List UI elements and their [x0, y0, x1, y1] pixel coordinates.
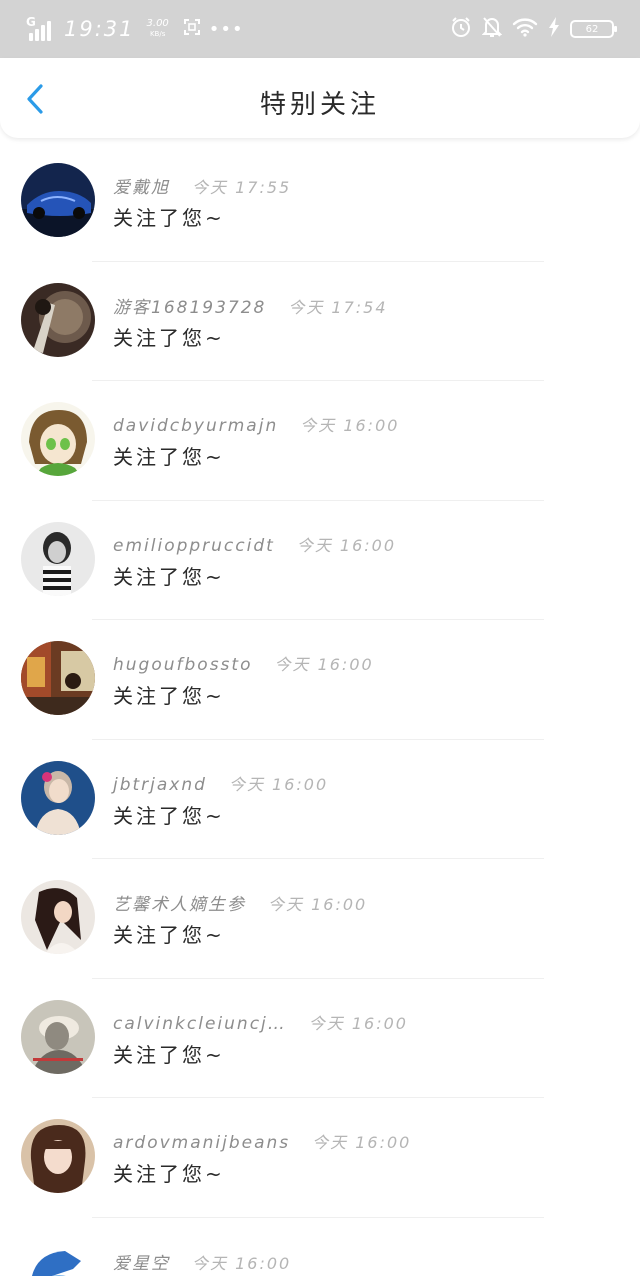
list-item[interactable]: 游客168193728 今天 17:54 关注了您~ [0, 262, 640, 381]
list-item[interactable]: 艺馨术人嫡生参 今天 16:00 关注了您~ [0, 859, 640, 979]
list-item[interactable]: ardovmanijbeans 今天 16:00 关注了您~ [0, 1098, 640, 1218]
network-speed-unit: KB/s [149, 30, 166, 38]
notification-message: 关注了您~ [113, 1042, 225, 1067]
user-name[interactable]: 爱星空 [113, 1249, 170, 1274]
clock: 19:31 [64, 17, 135, 41]
network-type: G [26, 15, 36, 29]
alarm-icon [450, 16, 472, 42]
notification-message: 关注了您~ [113, 684, 225, 708]
avatar[interactable] [21, 999, 95, 1074]
user-name[interactable]: ardovmanijbeans [113, 1133, 290, 1153]
network-speed: 3.00 KB/s [147, 19, 169, 39]
timestamp: 今天 16:00 [300, 416, 400, 435]
avatar[interactable] [21, 880, 95, 954]
user-name[interactable]: 艺馨术人嫡生参 [113, 890, 246, 915]
more-dots-icon: ••• [208, 18, 244, 40]
timestamp: 今天 16:00 [192, 1253, 292, 1273]
list-item[interactable]: 爱星空 今天 16:00 [0, 1218, 640, 1276]
charging-icon [548, 17, 560, 41]
battery-level: 62 [585, 23, 599, 35]
timestamp: 今天 16:00 [268, 895, 368, 914]
avatar[interactable] [21, 163, 95, 237]
battery-icon: 62 [570, 20, 617, 38]
list-item[interactable]: hugoufbossto 今天 16:00 关注了您~ [0, 620, 640, 740]
avatar[interactable] [21, 641, 95, 715]
avatar[interactable] [21, 1119, 95, 1193]
list-item[interactable]: 爱戴旭 今天 17:55 关注了您~ [0, 142, 640, 262]
user-name[interactable]: jbtrjaxnd [113, 775, 207, 795]
notification-message: 关注了您~ [113, 803, 225, 828]
avatar[interactable] [21, 402, 95, 476]
timestamp: 今天 16:00 [312, 1133, 412, 1152]
user-name[interactable]: calvinkcleiuncj… [113, 1014, 287, 1034]
avatar[interactable] [21, 760, 95, 835]
timestamp: 今天 17:55 [192, 178, 292, 197]
timestamp: 今天 17:54 [288, 297, 388, 317]
notification-message: 关注了您~ [113, 923, 225, 947]
user-name[interactable]: emilioppruccidt [113, 536, 275, 556]
wifi-icon [512, 17, 538, 41]
screenshot-icon [183, 18, 201, 41]
timestamp: 今天 16:00 [296, 535, 397, 555]
notification-message: 关注了您~ [113, 206, 225, 230]
list-item[interactable]: emilioppruccidt 今天 16:00 关注了您~ [0, 501, 640, 620]
avatar[interactable] [21, 521, 95, 596]
mute-bell-icon [481, 16, 503, 42]
list-item[interactable]: davidcbyurmajn 今天 16:00 关注了您~ [0, 381, 640, 501]
nav-header: 特别关注 [0, 58, 640, 138]
user-name[interactable]: hugoufbossto [113, 655, 252, 675]
avatar[interactable] [21, 1238, 95, 1276]
user-name[interactable]: davidcbyurmajn [113, 416, 278, 436]
user-name[interactable]: 爱戴旭 [113, 173, 170, 198]
timestamp: 今天 16:00 [228, 774, 329, 794]
timestamp: 今天 16:00 [308, 1013, 408, 1033]
notification-message: 关注了您~ [113, 325, 225, 350]
avatar[interactable] [21, 282, 95, 357]
signal-icon: G [26, 15, 52, 41]
notification-message: 关注了您~ [113, 445, 225, 469]
timestamp: 今天 16:00 [274, 655, 374, 674]
user-name[interactable]: 游客168193728 [113, 293, 266, 318]
notification-message: 关注了您~ [113, 564, 225, 589]
follow-notification-list: 爱戴旭 今天 17:55 关注了您~ 游客168193728 今天 17:54 … [0, 142, 640, 1276]
list-item[interactable]: jbtrjaxnd 今天 16:00 关注了您~ [0, 740, 640, 859]
page-title: 特别关注 [259, 90, 380, 120]
notification-message: 关注了您~ [113, 1162, 225, 1186]
status-bar: G 19:31 3.00 KB/s ••• 62 [0, 0, 640, 58]
network-speed-value: 3.00 [146, 18, 169, 29]
list-item[interactable]: calvinkcleiuncj… 今天 16:00 关注了您~ [0, 979, 640, 1098]
